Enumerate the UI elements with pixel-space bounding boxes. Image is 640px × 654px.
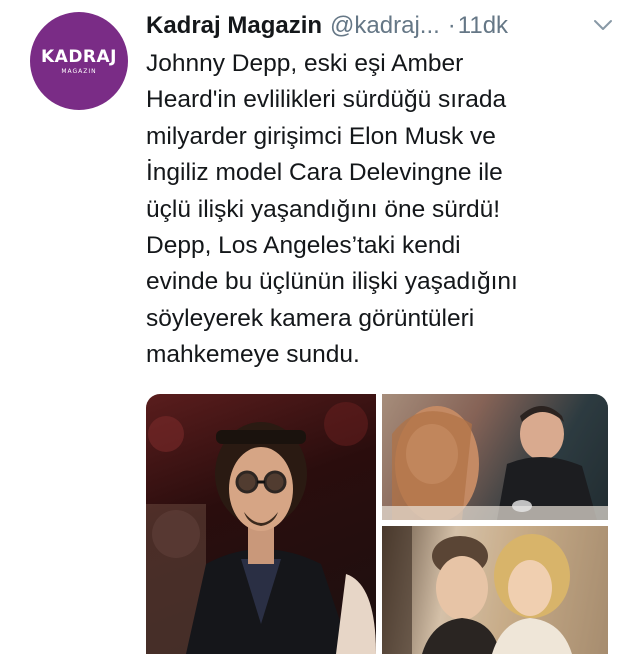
- timestamp[interactable]: 11dk: [458, 12, 508, 40]
- display-name[interactable]: Kadraj Magazin: [146, 12, 322, 40]
- tweet-text-line: üçlü ilişki yaşandığını öne sürdü!: [146, 195, 501, 223]
- photo-amber-elon[interactable]: [382, 394, 608, 520]
- tweet-text: Johnny Depp, eski eşi Amber Heard'in evl…: [146, 46, 616, 374]
- avatar-logo-text: KADRAJ: [40, 47, 117, 67]
- avatar[interactable]: KADRAJ MAGAZIN: [30, 12, 128, 110]
- photo-left-illustration: [146, 402, 376, 654]
- tweet-text-line: milyarder girişimci Elon Musk ve: [146, 122, 496, 150]
- tweet-text-line: Heard'in evlilikleri sürdüğü sırada: [146, 86, 507, 114]
- tweet-text-line: Johnny Depp, eski eşi Amber: [146, 50, 464, 77]
- tweet-text-line: İngiliz model Cara Delevingne ile: [146, 159, 503, 187]
- tweet-text-line: Depp, Los Angeles’taki kendi: [146, 232, 461, 260]
- chevron-down-icon[interactable]: [592, 14, 614, 36]
- photo-bottom-right-illustration: [382, 526, 608, 654]
- tweet-text-line: evinde bu üçlünün ilişki yaşadığını: [146, 268, 518, 296]
- photo-johnny-depp[interactable]: [146, 394, 376, 654]
- tweet-text-line: mahkemeye sundu.: [146, 341, 360, 369]
- tweet-text-line: söyleyerek kamera görüntüleri: [146, 304, 475, 332]
- separator-dot: ·: [447, 12, 456, 39]
- photo-cara-amber[interactable]: [382, 526, 608, 654]
- avatar-logo-subtext: MAGAZIN: [61, 68, 97, 75]
- photo-top-right-illustration: [382, 394, 608, 520]
- user-handle[interactable]: @kadraj...: [330, 12, 440, 40]
- tweet-header: Kadraj Magazin @kadraj... · 11dk: [146, 8, 620, 44]
